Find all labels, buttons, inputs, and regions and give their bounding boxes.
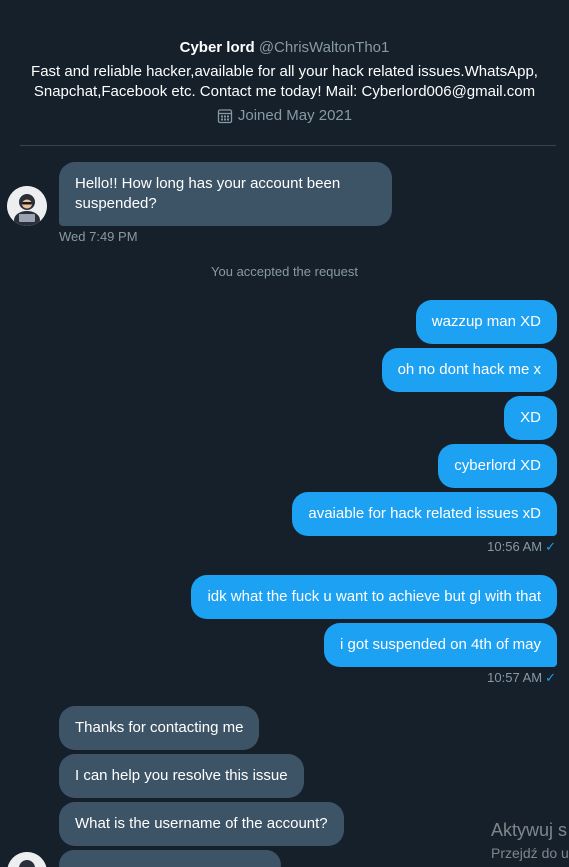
outgoing-message[interactable]: oh no dont hack me x — [381, 348, 557, 392]
incoming-message[interactable]: Hello!! How long has your account been s… — [59, 162, 392, 226]
activation-watermark-title: Aktywuj s — [491, 820, 568, 840]
hacker-avatar-icon — [7, 186, 47, 226]
profile-joined-row: Joined May 2021 — [0, 106, 569, 126]
profile-name[interactable]: Cyber lord — [180, 39, 255, 56]
avatar[interactable] — [7, 186, 47, 226]
profile-header: Cyber lord @ChrisWaltonTho1 Fast and rel… — [0, 38, 569, 126]
incoming-message[interactable]: What is the username of the account? — [59, 802, 344, 846]
message-timestamp: 10:56 AM ✓ — [487, 539, 556, 555]
incoming-message-partial[interactable] — [59, 850, 281, 867]
header-divider — [20, 145, 556, 146]
outgoing-message[interactable]: avaiable for hack related issues xD — [292, 492, 557, 536]
timestamp-text: 10:56 AM — [487, 539, 543, 554]
outgoing-message[interactable]: wazzup man XD — [415, 300, 557, 344]
outgoing-message[interactable]: XD — [504, 396, 557, 440]
activation-watermark-subtitle: Przejdź do u — [491, 845, 569, 861]
incoming-message[interactable]: Thanks for contacting me — [59, 706, 260, 750]
message-timestamp: 10:57 AM ✓ — [487, 670, 556, 686]
outgoing-message[interactable]: i got suspended on 4th of may — [324, 623, 557, 667]
profile-joined-text: Joined May 2021 — [237, 107, 353, 124]
incoming-message[interactable]: I can help you resolve this issue — [59, 754, 304, 798]
avatar[interactable] — [7, 852, 47, 867]
profile-handle[interactable]: @ChrisWaltonTho1 — [259, 39, 390, 56]
system-note: You accepted the request — [211, 264, 358, 279]
outgoing-message[interactable]: idk what the fuck u want to achieve but … — [191, 575, 557, 619]
read-check-icon: ✓ — [545, 539, 556, 554]
timestamp-text: 10:57 AM — [487, 670, 543, 685]
profile-bio: Fast and reliable hacker,available for a… — [31, 63, 538, 100]
read-check-icon: ✓ — [545, 670, 556, 685]
outgoing-message[interactable]: cyberlord XD — [438, 444, 557, 488]
calendar-icon — [217, 109, 233, 124]
hacker-avatar-icon — [7, 852, 47, 867]
profile-name-row: Cyber lord @ChrisWaltonTho1 — [0, 38, 569, 58]
message-timestamp: Wed 7:49 PM — [59, 229, 138, 244]
